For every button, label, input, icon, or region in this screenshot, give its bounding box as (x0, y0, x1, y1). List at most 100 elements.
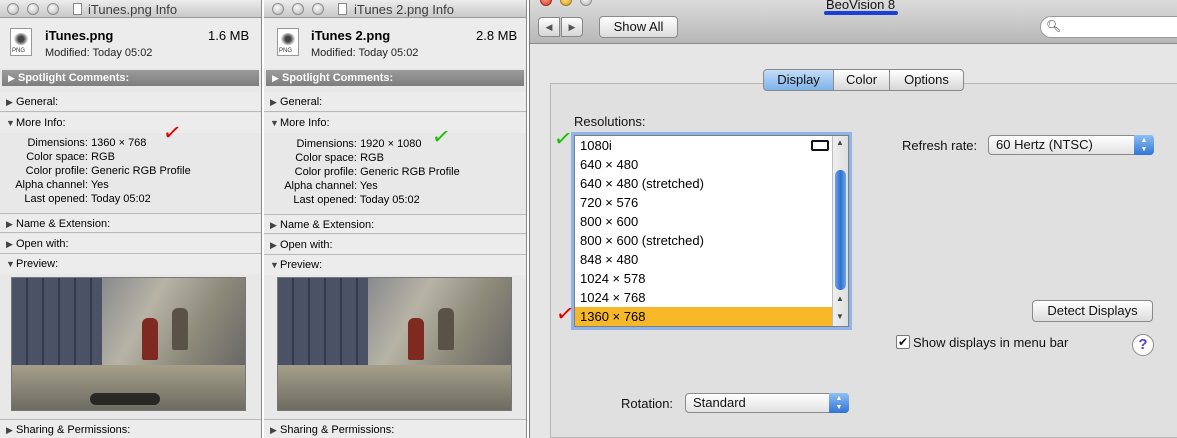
show-in-menu-bar-label: Show displays in menu bar (913, 335, 1069, 350)
file-header: PNG iTunes 2.png 2.8 MB Modified: Today … (264, 18, 526, 68)
title-bar[interactable]: iTunes.png Info (0, 0, 261, 18)
window-title: iTunes.png Info (88, 2, 178, 17)
color-space-row: Color space: RGB (264, 152, 384, 164)
detect-displays-button[interactable]: Detect Displays (1032, 300, 1153, 322)
sharing-permissions-section[interactable]: ▶ Sharing & Permissions: (0, 419, 261, 438)
dimensions-row: Dimensions: 1920 × 1080 (264, 138, 421, 150)
section-label: Sharing & Permissions: (16, 424, 131, 436)
png-file-icon: PNG (10, 28, 32, 56)
last-opened-label: Last opened: (293, 194, 357, 206)
scroll-up-arrow-icon[interactable]: ▲ (836, 138, 844, 147)
section-label: Open with: (280, 239, 333, 251)
general-section[interactable]: ▶ General: (0, 92, 261, 112)
file-size: 2.8 MB (476, 28, 518, 43)
list-item[interactable]: 800 × 600 (stretched) (575, 231, 832, 250)
color-space-row: Color space: RGB (0, 151, 115, 163)
title-bar[interactable]: iTunes 2.png Info (264, 0, 526, 18)
tab-color[interactable]: Color (833, 69, 890, 91)
close-window-icon[interactable] (272, 3, 284, 15)
resolutions-list[interactable]: 1080i 640 × 480 640 × 480 (stretched) 72… (574, 135, 849, 327)
spotlight-comments-section[interactable]: ▶ Spotlight Comments: (266, 70, 524, 86)
color-space-value: RGB (91, 151, 115, 163)
refresh-rate-label: Refresh rate: (902, 138, 978, 153)
scroll-thumb[interactable] (835, 170, 846, 290)
spotlight-comments-section[interactable]: ▶ Spotlight Comments: (2, 70, 259, 86)
list-item[interactable]: 1024 × 768 (575, 288, 832, 307)
help-button[interactable]: ? (1132, 334, 1154, 356)
last-opened-value: Today 05:02 (359, 194, 420, 206)
sharing-permissions-section[interactable]: ▶ Sharing & Permissions: (264, 419, 526, 438)
alpha-channel-value: Yes (90, 179, 109, 191)
zoom-window-icon[interactable] (47, 3, 59, 15)
movie-controls[interactable] (90, 393, 160, 405)
list-item[interactable]: 640 × 480 (575, 155, 832, 174)
forward-arrow-icon[interactable]: ▶ (561, 17, 583, 37)
file-size: 1.6 MB (208, 28, 250, 43)
info-window-itunes-2: iTunes 2.png Info PNG iTunes 2.png 2.8 M… (264, 0, 527, 438)
color-profile-row: Color profile: Generic RGB Profile (0, 165, 191, 177)
tab-display[interactable]: Display (763, 69, 834, 91)
rotation-label: Rotation: (621, 396, 674, 411)
file-header: PNG iTunes.png 1.6 MB Modified: Today 05… (0, 18, 261, 68)
show-all-button[interactable]: Show All (599, 16, 678, 38)
list-scrollbar[interactable]: ▲ ▲ ▼ (832, 136, 848, 326)
open-with-section[interactable]: ▶ Open with: (264, 235, 526, 255)
more-info-section[interactable]: ▼More Info: (264, 113, 526, 133)
alpha-channel-row: Alpha channel: Yes (0, 179, 109, 191)
red-check-mark-icon: ✓ (161, 118, 184, 147)
section-label: More Info: (280, 117, 330, 129)
section-label: Spotlight Comments: (18, 72, 130, 84)
list-item[interactable]: 1080i (575, 136, 832, 155)
search-icon: 🔍︎ (1046, 19, 1062, 33)
disclosure-triangle-icon: ▶ (6, 97, 13, 107)
name-extension-section[interactable]: ▶ Name & Extension: (0, 213, 261, 233)
search-input[interactable]: 🔍︎ (1040, 16, 1177, 38)
close-window-icon[interactable] (540, 0, 552, 6)
section-label: Preview: (16, 258, 59, 270)
preview-section[interactable]: ▼Preview: (264, 255, 526, 275)
list-item[interactable]: 800 × 600 (575, 212, 832, 231)
rotation-value: Standard (693, 395, 746, 410)
preview-section[interactable]: ▼Preview: (0, 254, 261, 274)
minimize-window-icon[interactable] (292, 3, 304, 15)
info-window-itunes: iTunes.png Info PNG iTunes.png 1.6 MB Mo… (0, 0, 262, 438)
section-label: Preview: (280, 259, 323, 271)
alpha-channel-value: Yes (359, 180, 378, 192)
color-space-label: Color space: (26, 151, 88, 163)
name-extension-section[interactable]: ▶ Name & Extension: (264, 214, 526, 234)
red-check-mark-icon: ✓ (554, 299, 577, 328)
last-opened-value: Today 05:02 (90, 193, 151, 205)
rotation-select[interactable]: Standard ▲ ▼ (685, 393, 849, 413)
back-arrow-icon[interactable]: ◀ (538, 17, 560, 37)
list-item[interactable]: 640 × 480 (stretched) (575, 174, 832, 193)
refresh-rate-select[interactable]: 60 Hertz (NTSC) ▲ ▼ (988, 135, 1154, 155)
scroll-up-arrow-icon[interactable]: ▲ (836, 294, 844, 303)
close-window-icon[interactable] (7, 3, 19, 15)
zoom-window-icon[interactable] (312, 3, 324, 15)
list-item[interactable]: 1024 × 578 (575, 269, 832, 288)
open-with-section[interactable]: ▶ Open with: (0, 234, 261, 254)
disclosure-triangle-icon: ▶ (6, 425, 13, 435)
scroll-down-arrow-icon[interactable]: ▼ (836, 312, 844, 321)
chevron-updown-icon: ▲ ▼ (829, 393, 849, 413)
minimize-window-icon[interactable] (27, 3, 39, 15)
zoom-window-icon[interactable] (580, 0, 592, 6)
tab-options[interactable]: Options (889, 69, 964, 91)
disclosure-triangle-open-icon: ▼ (6, 259, 15, 269)
image-preview (277, 277, 512, 411)
section-label: Name & Extension: (16, 218, 111, 230)
general-section[interactable]: ▶ General: (264, 92, 526, 112)
minimize-window-icon[interactable] (560, 0, 572, 6)
color-space-value: RGB (360, 152, 384, 164)
disclosure-triangle-icon: ▶ (272, 73, 279, 83)
disclosure-triangle-icon: ▶ (270, 97, 277, 107)
more-info-section[interactable]: ▼More Info: (0, 113, 261, 133)
list-item-selected[interactable]: 1360 × 768 (575, 307, 832, 326)
list-item[interactable]: 720 × 576 (575, 193, 832, 212)
color-profile-value: Generic RGB Profile (91, 165, 191, 177)
section-label: Open with: (16, 238, 69, 250)
show-in-menu-bar-checkbox[interactable]: ✔ (896, 335, 910, 349)
disclosure-triangle-icon: ▶ (270, 220, 277, 230)
disclosure-triangle-icon: ▶ (270, 240, 277, 250)
list-item[interactable]: 848 × 480 (575, 250, 832, 269)
